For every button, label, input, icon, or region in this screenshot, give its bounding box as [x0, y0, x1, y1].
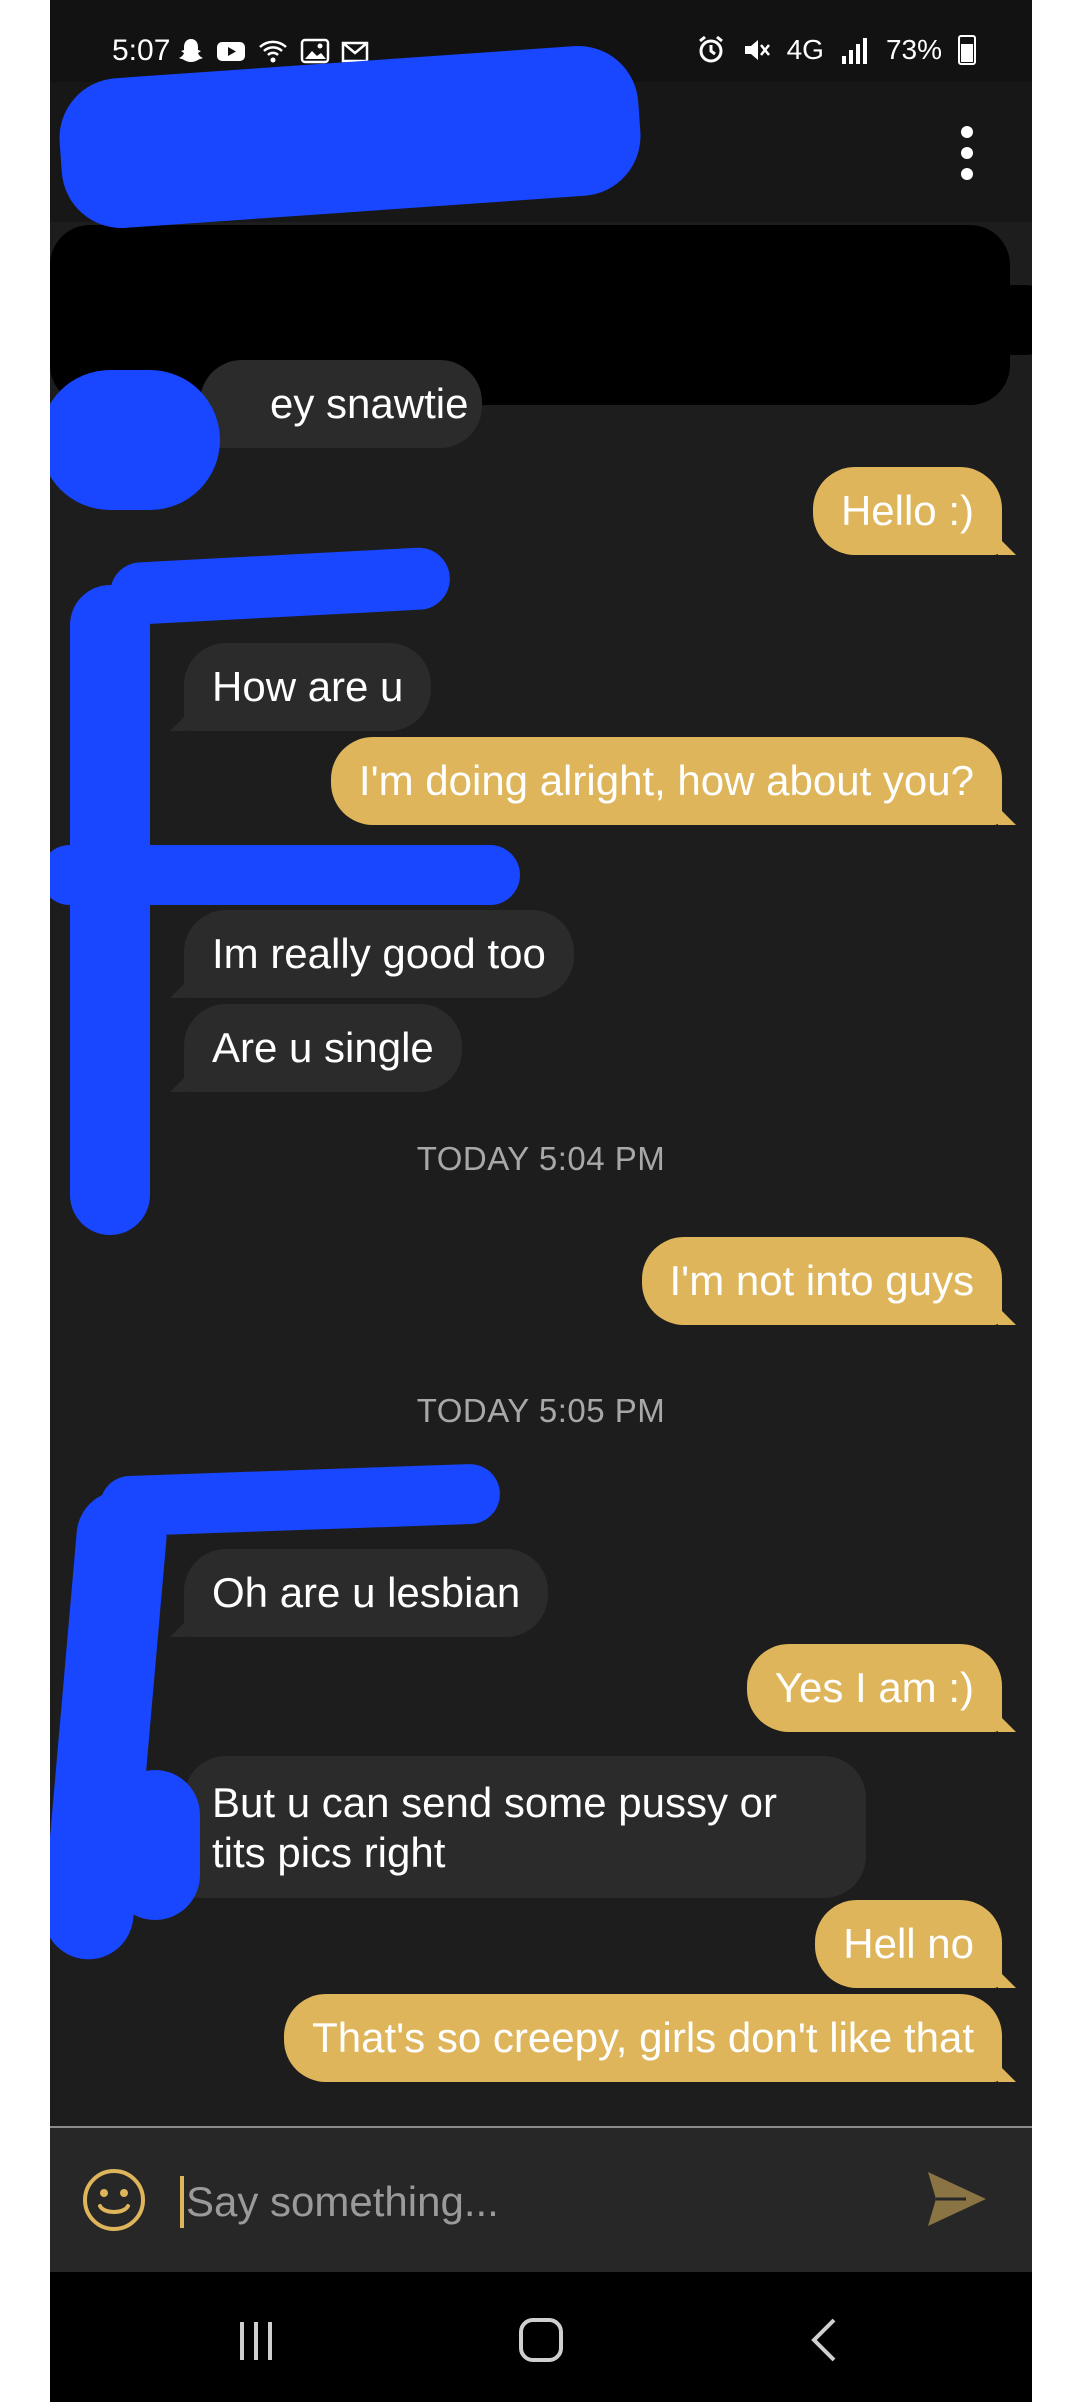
message-incoming: Are u single — [170, 1004, 462, 1092]
redaction-blue — [50, 845, 520, 905]
status-indicators: 4G 73% — [697, 34, 976, 66]
youtube-icon — [217, 42, 245, 61]
status-time: 5:07 — [112, 34, 171, 67]
gallery-icon — [300, 38, 330, 64]
message-incoming: Im really good too — [170, 910, 574, 998]
message-outgoing: That's so creepy, girls don't like that — [284, 1994, 1016, 2082]
more-vertical-icon — [961, 126, 973, 138]
redaction-blue — [108, 546, 452, 626]
back-icon[interactable] — [796, 2312, 856, 2368]
wifi-icon — [259, 40, 287, 63]
message-outgoing: Yes I am :) — [746, 1644, 1017, 1732]
send-icon[interactable] — [924, 2168, 990, 2230]
mute-icon — [744, 40, 770, 60]
system-nav-bar — [50, 2272, 1032, 2402]
message-incoming: But u can send some pussy or tits pics r… — [170, 1756, 866, 1898]
redaction-blue — [110, 1770, 200, 1920]
timestamp: TODAY 5:04 PM — [416, 1140, 666, 1177]
home-icon[interactable] — [511, 2312, 571, 2368]
network-type: 4G — [786, 34, 824, 65]
message-outgoing: I'm not into guys — [641, 1237, 1016, 1325]
message-outgoing: I'm doing alright, how about you? — [330, 737, 1017, 825]
more-options-button[interactable] — [952, 126, 982, 180]
redaction-blue — [50, 370, 220, 510]
message-incoming: Oh are u lesbian — [169, 1549, 549, 1637]
timestamp: TODAY 5:05 PM — [416, 1392, 666, 1429]
message-outgoing: Hell no — [815, 1900, 1016, 1988]
battery-percent: 73% — [885, 34, 942, 65]
message-incoming: How are u — [169, 643, 432, 731]
redaction-blue — [70, 585, 150, 1235]
recent-apps-icon[interactable] — [226, 2312, 286, 2368]
snapchat-icon — [179, 39, 203, 62]
message-outgoing: Hello :) — [812, 467, 1017, 555]
redaction-black — [50, 285, 1032, 355]
alarm-icon — [698, 35, 723, 63]
signal-icon — [841, 38, 867, 64]
chat-screen: 5:07 4G 73% ey snawtie Hello :) How are … — [50, 0, 1032, 2402]
battery-icon — [958, 35, 976, 65]
message-composer — [50, 2126, 1032, 2272]
message-input[interactable] — [184, 2168, 808, 2236]
message-incoming: ey snawtie — [186, 360, 482, 448]
smiley-icon[interactable] — [82, 2168, 146, 2232]
